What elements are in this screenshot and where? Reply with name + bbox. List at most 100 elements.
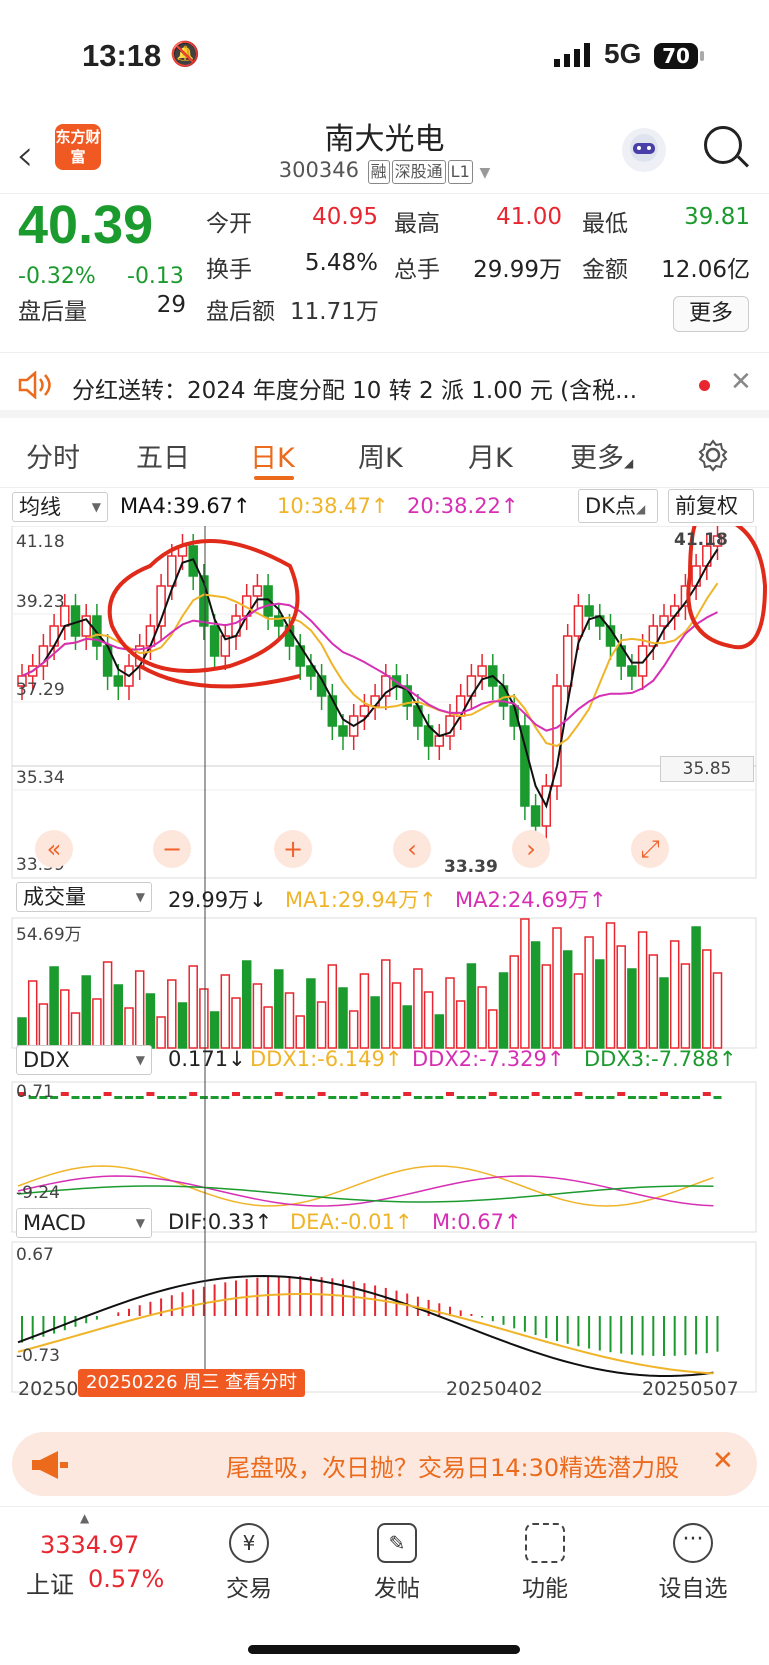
volume-bar — [520, 918, 530, 1049]
tab-daily-k[interactable]: 日K — [250, 436, 295, 475]
crosshair-price: 35.85 — [660, 756, 754, 782]
macd-bottom-tick: -0.73 — [16, 1346, 60, 1366]
ma4-legend: MA4:39.67↑ — [120, 494, 251, 518]
volume-bar — [530, 941, 541, 1049]
settings-gear-icon[interactable] — [696, 438, 730, 472]
network-type: 5G — [604, 38, 642, 69]
index-percent[interactable]: 0.57% — [88, 1565, 164, 1593]
ddx-bar — [520, 1096, 529, 1099]
ddx-bar — [692, 1096, 701, 1099]
ddx-bar — [649, 1096, 658, 1099]
indicator-select-ddx[interactable]: DDX ▼ — [16, 1045, 152, 1075]
ddx-bar — [595, 1096, 604, 1099]
volume-bar — [145, 993, 156, 1049]
volume-bar — [391, 982, 402, 1049]
dk-point-button[interactable]: DK点◢ — [578, 489, 658, 523]
tab-weekly-k[interactable]: 周K — [358, 436, 403, 475]
index-name[interactable]: 上证 — [26, 1565, 74, 1600]
volume-bar — [274, 969, 284, 1049]
high-label: 最高 — [394, 211, 440, 237]
min-price-marker: 33.39 — [444, 857, 498, 877]
volume-bar — [199, 988, 209, 1049]
zoom-in-icon[interactable]: + — [274, 830, 312, 868]
banner-close-icon[interactable]: ✕ — [712, 1446, 734, 1476]
indicator-select-macd[interactable]: MACD ▼ — [16, 1208, 152, 1238]
clock: 13:18 — [82, 38, 162, 73]
volume-bar — [188, 965, 198, 1049]
candle-body — [552, 685, 562, 787]
high-value: 41.00 — [496, 204, 562, 230]
volume-bar — [434, 1014, 445, 1049]
index-value[interactable]: 3334.97 — [40, 1531, 139, 1559]
ddx-bar — [478, 1096, 487, 1099]
kline-chart-area[interactable] — [0, 526, 769, 1476]
ddx-bar — [349, 1096, 358, 1099]
ddx-bar — [199, 1096, 208, 1099]
more-quote-button[interactable]: 更多 — [673, 296, 749, 332]
scroll-left-icon[interactable]: ‹ — [393, 830, 431, 868]
close-icon[interactable]: ✕ — [730, 367, 752, 397]
promo-banner[interactable]: 尾盘吸，次日抛？交易日14:30精选潜力股 ✕ — [12, 1432, 757, 1496]
ma-select[interactable]: 均线 ▼ — [12, 492, 108, 522]
edit-icon: ✎ — [377, 1523, 417, 1563]
tab-intraday[interactable]: 分时 — [26, 436, 80, 475]
volume-bar — [712, 972, 723, 1049]
ddx-bar — [617, 1092, 626, 1096]
indicator-select-volume[interactable]: 成交量 ▼ — [16, 882, 152, 912]
volume-bar — [509, 955, 519, 1049]
ddx-bar — [456, 1096, 465, 1099]
period-tabs: 分时 五日 日K 周K 月K 更多◢ — [0, 418, 769, 488]
tab-monthly-k[interactable]: 月K — [468, 436, 513, 475]
volume-bar — [381, 959, 391, 1049]
dea-line — [17, 1293, 714, 1375]
volume-bar — [562, 950, 573, 1049]
chevron-down-icon[interactable]: ▼ — [479, 165, 490, 181]
fullscreen-icon[interactable]: ⤢ — [631, 830, 669, 868]
ddx-bar — [585, 1096, 594, 1099]
volume-bar — [327, 964, 338, 1049]
macd-indicator — [17, 1275, 719, 1377]
date-tooltip[interactable]: 20250226 周三 查看分时 — [78, 1369, 306, 1397]
ddx-bar — [574, 1092, 583, 1096]
unread-dot — [699, 380, 710, 391]
ddx-bar — [306, 1096, 315, 1099]
megaphone-icon — [32, 1451, 68, 1479]
ddx-bar — [371, 1096, 380, 1099]
search-icon[interactable] — [704, 126, 742, 164]
ddx-bar — [92, 1096, 101, 1099]
tab-five-day[interactable]: 五日 — [136, 436, 190, 475]
ddx-bar — [167, 1096, 176, 1099]
ddx-bar — [296, 1096, 305, 1099]
quote-panel: 40.39 -0.32% -0.13 今开 40.95 最高 41.00 最低 … — [0, 194, 769, 350]
ddx-bar — [157, 1096, 166, 1099]
volume-bar — [167, 979, 177, 1049]
candle-body — [49, 625, 59, 647]
volume-bar — [60, 989, 70, 1049]
ddx-bar — [467, 1096, 476, 1099]
volume-bar — [605, 922, 616, 1049]
nav-trade[interactable]: ¥ 交易 — [199, 1523, 299, 1603]
rewind-icon[interactable]: « — [35, 830, 73, 868]
after-volume-label: 盘后量 — [18, 299, 87, 325]
volume-bar — [38, 1003, 49, 1049]
dividend-notice[interactable]: 分红送转：2024 年度分配 10 转 2 派 1.00 元 (含税... ✕ — [0, 352, 769, 418]
change-percent: -0.32% — [18, 264, 96, 289]
ddx-bar — [499, 1096, 508, 1099]
robot-assistant-icon[interactable] — [622, 128, 666, 172]
nav-post[interactable]: ✎ 发帖 — [347, 1523, 447, 1603]
nav-functions[interactable]: 功能 — [495, 1523, 595, 1603]
scroll-right-icon[interactable]: › — [512, 830, 550, 868]
volume-bar — [231, 997, 241, 1049]
nav-add-watchlist[interactable]: ··· 设自选 — [643, 1523, 743, 1603]
ddx-bar — [424, 1096, 433, 1099]
volume-bar — [669, 940, 680, 1049]
adjust-mode-button[interactable]: 前复权 — [668, 489, 754, 523]
tab-more[interactable]: 更多◢ — [570, 436, 633, 475]
ddx-bar — [135, 1096, 144, 1099]
ddx-bar — [328, 1096, 337, 1099]
volume-bar — [306, 978, 316, 1049]
volume-bar — [252, 983, 263, 1049]
speaker-icon — [18, 371, 51, 399]
max-price-marker: 41.18 — [674, 530, 728, 550]
zoom-out-icon[interactable]: − — [153, 830, 191, 868]
